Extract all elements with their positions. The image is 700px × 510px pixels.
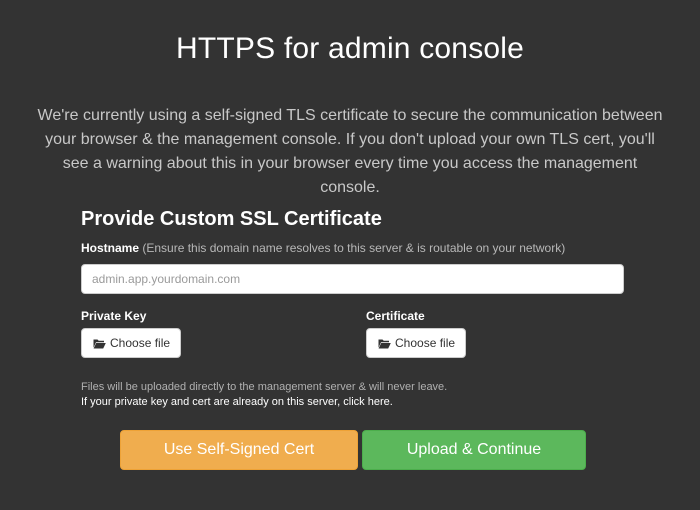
folder-open-icon <box>378 339 391 348</box>
use-self-signed-cert-button[interactable]: Use Self-Signed Cert <box>120 430 358 470</box>
upload-and-continue-button[interactable]: Upload & Continue <box>362 430 586 470</box>
hostname-hint: (Ensure this domain name resolves to thi… <box>142 241 566 255</box>
intro-text: We're currently using a self-signed TLS … <box>37 107 663 196</box>
server-files-link[interactable]: If your private key and cert are already… <box>81 395 624 410</box>
section-title: Provide Custom SSL Certificate <box>81 208 382 230</box>
action-buttons: Use Self-Signed Cert Upload & Continue <box>120 430 586 470</box>
certificate-field: Certificate Choose file <box>366 308 467 358</box>
certificate-label: Certificate <box>366 309 425 323</box>
private-key-choose-file-button[interactable]: Choose file <box>81 328 182 358</box>
private-key-field: Private Key Choose file <box>81 308 182 358</box>
certificate-choose-file-label: Choose file <box>395 336 456 350</box>
folder-open-icon <box>93 339 106 348</box>
https-setup-page: HTTPS for admin console We're currently … <box>0 0 700 510</box>
file-upload-row: Private Key Choose file Certificate Choo… <box>81 308 624 364</box>
page-title: HTTPS for admin console <box>175 32 525 65</box>
certificate-choose-file-button[interactable]: Choose file <box>366 328 467 358</box>
private-key-choose-file-label: Choose file <box>110 336 171 350</box>
hostname-label-row: Hostname (Ensure this domain name resolv… <box>81 240 624 256</box>
hostname-label: Hostname <box>81 241 140 255</box>
hostname-input[interactable] <box>81 264 624 294</box>
private-key-label: Private Key <box>81 309 147 323</box>
custom-cert-form: Provide Custom SSL Certificate Hostname … <box>81 206 624 410</box>
upload-note: Files will be uploaded directly to the m… <box>81 381 448 393</box>
